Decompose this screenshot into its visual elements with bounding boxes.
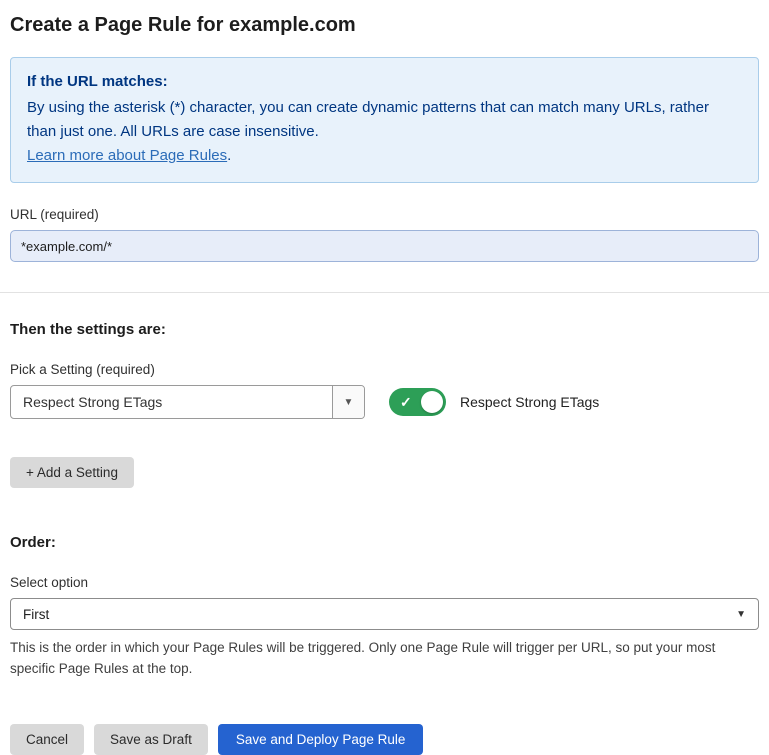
page-title: Create a Page Rule for example.com [10,14,759,37]
url-match-info-box: If the URL matches: By using the asteris… [10,57,759,183]
setting-select-value: Respect Strong ETags [11,386,332,418]
toggle-knob [421,391,443,413]
setting-select[interactable]: Respect Strong ETags ▼ [10,385,365,419]
order-section-heading: Order: [10,534,759,551]
url-input[interactable] [10,230,759,262]
save-deploy-button[interactable]: Save and Deploy Page Rule [218,724,424,755]
info-box-heading: If the URL matches: [27,70,742,94]
order-select-value: First [23,607,49,622]
add-setting-button[interactable]: + Add a Setting [10,457,134,488]
footer-actions: Cancel Save as Draft Save and Deploy Pag… [10,724,759,755]
setting-picker-label: Pick a Setting (required) [10,362,759,377]
chevron-down-icon: ▼ [736,609,746,620]
setting-toggle[interactable]: ✓ [389,388,446,416]
page-rule-form: Create a Page Rule for example.com If th… [0,0,769,755]
info-box-link-line: Learn more about Page Rules. [27,144,742,168]
section-divider [0,292,769,293]
check-icon: ✓ [400,394,412,411]
cancel-button[interactable]: Cancel [10,724,84,755]
link-period: . [227,147,231,164]
setting-select-dropdown-button[interactable]: ▼ [332,386,364,418]
chevron-down-icon: ▼ [344,397,354,408]
save-draft-button[interactable]: Save as Draft [94,724,208,755]
order-select[interactable]: First ▼ [10,598,759,630]
order-help-text: This is the order in which your Page Rul… [10,638,755,680]
learn-more-link[interactable]: Learn more about Page Rules [27,147,227,164]
setting-row: Respect Strong ETags ▼ ✓ Respect Strong … [10,385,759,419]
info-box-body: By using the asterisk (*) character, you… [27,96,742,144]
toggle-label: Respect Strong ETags [460,394,599,410]
settings-section-heading: Then the settings are: [10,321,759,338]
url-field-label: URL (required) [10,207,759,222]
order-select-label: Select option [10,575,759,590]
